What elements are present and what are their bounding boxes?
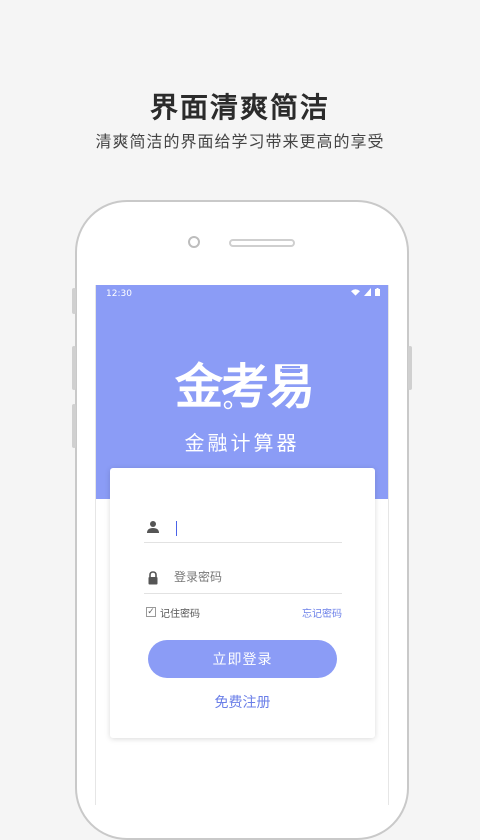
app-name: 金融计算器 [184,431,300,455]
remember-label: 记住密码 [160,608,200,620]
earpiece-speaker [229,239,295,247]
battery-icon [375,288,380,296]
lock-icon [148,571,158,585]
username-input[interactable] [174,514,334,538]
status-bar: 12:30 [96,285,388,303]
hero-header: 12:30 金考易 金融计算器 [96,285,388,499]
login-button[interactable]: 立即登录 [148,640,337,678]
password-field[interactable] [144,559,342,594]
phone-volume-down-button [72,404,76,448]
status-icons [351,288,380,299]
text-caret [176,521,177,536]
app-logo: 金考易 [174,359,315,415]
front-camera-icon [188,236,200,248]
user-icon [147,521,159,533]
phone-side-button [72,288,76,314]
wifi-icon [351,289,361,296]
status-time: 12:30 [106,289,132,299]
promo-headline: 界面清爽简洁 [149,91,330,124]
password-input[interactable] [174,565,334,589]
remember-checkbox[interactable]: ✓ [146,607,156,617]
username-field[interactable] [144,508,342,543]
signal-icon [364,288,372,296]
phone-volume-up-button [72,346,76,390]
phone-power-button [408,346,412,390]
remember-password[interactable]: ✓ 记住密码 [146,605,200,620]
phone-screen: 12:30 金考易 金融计算器 ✓ 记住密码 忘记密码 立即登录 免费注册 [95,285,389,805]
register-link[interactable]: 免费注册 [110,692,375,712]
promo-subline: 清爽简洁的界面给学习带来更高的享受 [95,132,385,151]
forgot-password-link[interactable]: 忘记密码 [302,605,342,620]
login-card: ✓ 记住密码 忘记密码 立即登录 免费注册 [110,468,375,738]
